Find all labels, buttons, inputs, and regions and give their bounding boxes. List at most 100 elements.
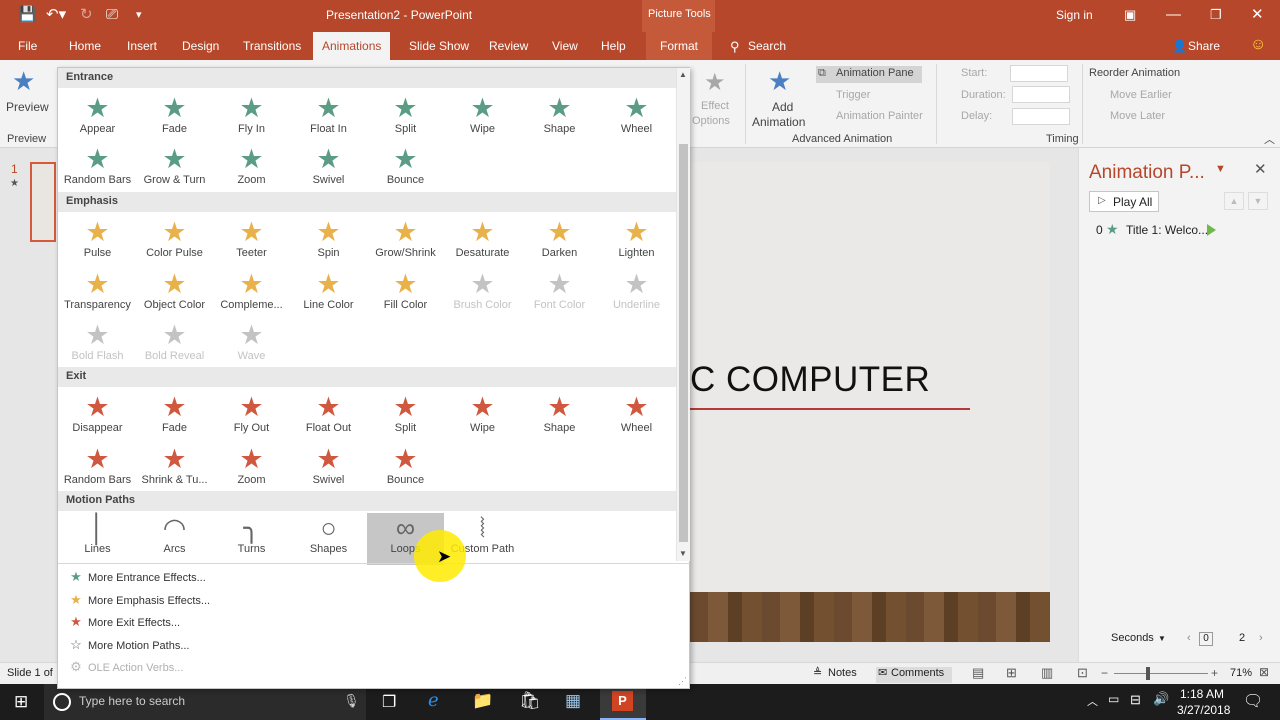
powerpoint-taskbar-button[interactable]: P bbox=[600, 684, 646, 720]
tab-insert[interactable]: Insert bbox=[127, 39, 157, 53]
add-animation-icon[interactable]: ★ bbox=[768, 66, 791, 97]
task-view-icon[interactable]: ❐ bbox=[382, 692, 396, 712]
slide-canvas[interactable]: C COMPUTER bbox=[690, 162, 1050, 642]
animation-pane-button[interactable]: Animation Pane bbox=[836, 67, 914, 79]
exit-effect-split[interactable]: ★ Split bbox=[367, 392, 444, 444]
more-motion-paths[interactable]: ☆ More Motion Paths... bbox=[64, 637, 664, 657]
animation-item[interactable]: Title 1: Welco... bbox=[1126, 223, 1208, 237]
emphasis-effect-darken[interactable]: ★ Darken bbox=[521, 217, 598, 269]
zoom-slider-thumb[interactable] bbox=[1146, 667, 1150, 680]
exit-effect-float-out[interactable]: ★ Float Out bbox=[290, 392, 367, 444]
seconds-dropdown[interactable]: Seconds bbox=[1111, 632, 1154, 644]
preview-button[interactable]: Preview bbox=[6, 100, 49, 114]
tab-animations[interactable]: Animations bbox=[313, 32, 391, 60]
emphasis-effect-transparency[interactable]: ★ Transparency bbox=[59, 269, 136, 321]
tab-transitions[interactable]: Transitions bbox=[243, 39, 301, 53]
restore-icon[interactable]: ❐ bbox=[1210, 6, 1222, 24]
play-all-button[interactable]: ▷ Play All bbox=[1089, 191, 1159, 212]
windows-start-icon[interactable]: ⊞ bbox=[14, 692, 28, 712]
share-button[interactable]: Share bbox=[1188, 39, 1220, 53]
tab-design[interactable]: Design bbox=[182, 39, 219, 53]
exit-effect-shape[interactable]: ★ Shape bbox=[521, 392, 598, 444]
emphasis-effect-grow-shrink[interactable]: ★ Grow/Shrink bbox=[367, 217, 444, 269]
entrance-effect-wipe[interactable]: ★ Wipe bbox=[444, 93, 521, 145]
entrance-effect-wheel[interactable]: ★ Wheel bbox=[598, 93, 675, 145]
emphasis-effect-teeter[interactable]: ★ Teeter bbox=[213, 217, 290, 269]
present-from-beginning-icon[interactable]: ⎚ bbox=[106, 6, 118, 24]
save-icon[interactable]: 💾 bbox=[18, 6, 37, 24]
feedback-smiley-icon[interactable]: ☺ bbox=[1250, 36, 1266, 54]
exit-effect-swivel[interactable]: ★ Swivel bbox=[290, 444, 367, 496]
tab-help[interactable]: Help bbox=[601, 39, 626, 53]
tab-file[interactable]: File bbox=[18, 39, 37, 53]
entrance-effect-zoom[interactable]: ★ Zoom bbox=[213, 144, 290, 196]
exit-effect-fade[interactable]: ★ Fade bbox=[136, 392, 213, 444]
more-emphasis-effects[interactable]: ★ More Emphasis Effects... bbox=[64, 592, 664, 612]
exit-effect-fly-out[interactable]: ★ Fly Out bbox=[213, 392, 290, 444]
more-entrance-effects[interactable]: ★ More Entrance Effects... bbox=[64, 569, 664, 589]
entrance-effect-swivel[interactable]: ★ Swivel bbox=[290, 144, 367, 196]
entrance-effect-appear[interactable]: ★ Appear bbox=[59, 93, 136, 145]
app-window-icon[interactable]: ▦ bbox=[565, 691, 581, 711]
exit-effect-bounce[interactable]: ★ Bounce bbox=[367, 444, 444, 496]
undo-icon[interactable]: ↶▾ bbox=[46, 6, 66, 24]
entrance-effect-random-bars[interactable]: ★ Random Bars bbox=[59, 144, 136, 196]
exit-effect-wipe[interactable]: ★ Wipe bbox=[444, 392, 521, 444]
microphone-icon[interactable]: 🎙 bbox=[343, 693, 360, 709]
entrance-effect-fade[interactable]: ★ Fade bbox=[136, 93, 213, 145]
emphasis-effect-object-color[interactable]: ★ Object Color bbox=[136, 269, 213, 321]
notification-icon[interactable]: 🗨 bbox=[1243, 691, 1263, 711]
fit-to-window-icon[interactable]: ⊠ bbox=[1259, 665, 1269, 679]
exit-effect-zoom[interactable]: ★ Zoom bbox=[213, 444, 290, 496]
comments-button[interactable]: Comments bbox=[891, 667, 944, 679]
slide-sorter-icon[interactable]: ⊞ bbox=[1006, 665, 1017, 681]
add-animation-label-2[interactable]: Animation bbox=[752, 115, 805, 129]
entrance-effect-float-in[interactable]: ★ Float In bbox=[290, 93, 367, 145]
tab-review[interactable]: Review bbox=[489, 39, 528, 53]
move-down-icon[interactable]: ▼ bbox=[1248, 192, 1268, 210]
resize-grip-icon[interactable]: ⋰ bbox=[678, 676, 687, 687]
motion-path-turns[interactable]: ╮ Turns bbox=[213, 513, 290, 565]
slide-show-icon[interactable]: ⊡ bbox=[1077, 665, 1088, 681]
emphasis-effect-color-pulse[interactable]: ★ Color Pulse bbox=[136, 217, 213, 269]
redo-icon[interactable]: ↻ bbox=[80, 6, 93, 24]
sign-in-link[interactable]: Sign in bbox=[1056, 8, 1093, 22]
normal-view-icon[interactable]: ▤ bbox=[972, 665, 984, 681]
zoom-out-icon[interactable]: − bbox=[1101, 666, 1108, 680]
timeline-left-icon[interactable]: ‹ bbox=[1187, 632, 1191, 644]
exit-effect-random-bars[interactable]: ★ Random Bars bbox=[59, 444, 136, 496]
emphasis-effect-pulse[interactable]: ★ Pulse bbox=[59, 217, 136, 269]
edge-icon[interactable]: ℯ bbox=[428, 690, 439, 711]
timeline-bar[interactable] bbox=[1207, 224, 1216, 236]
scroll-up-icon[interactable]: ▲ bbox=[679, 70, 687, 79]
exit-effect-shrink-tu[interactable]: ★ Shrink & Tu... bbox=[136, 444, 213, 496]
clock-time[interactable]: 1:18 AM bbox=[1180, 687, 1224, 701]
emphasis-effect-line-color[interactable]: ★ Line Color bbox=[290, 269, 367, 321]
network-icon[interactable]: ⊟ bbox=[1130, 692, 1141, 708]
motion-path-arcs[interactable]: ◠ Arcs bbox=[136, 513, 213, 565]
file-explorer-icon[interactable]: 📁 bbox=[472, 691, 493, 711]
emphasis-effect-fill-color[interactable]: ★ Fill Color bbox=[367, 269, 444, 321]
entrance-effect-split[interactable]: ★ Split bbox=[367, 93, 444, 145]
scroll-thumb[interactable] bbox=[679, 144, 688, 542]
move-up-icon[interactable]: ▲ bbox=[1224, 192, 1244, 210]
battery-icon[interactable]: ▭ bbox=[1108, 692, 1119, 706]
slide-title[interactable]: C COMPUTER bbox=[690, 360, 930, 400]
gallery-scrollbar[interactable]: ▲ ▼ bbox=[676, 68, 690, 561]
reading-view-icon[interactable]: ▥ bbox=[1041, 665, 1053, 681]
store-icon[interactable]: 🛍 bbox=[519, 691, 541, 711]
tab-home[interactable]: Home bbox=[69, 39, 101, 53]
motion-path-shapes[interactable]: ○ Shapes bbox=[290, 513, 367, 565]
preview-star-icon[interactable]: ★ bbox=[12, 66, 35, 97]
close-icon[interactable]: ✕ bbox=[1251, 6, 1264, 24]
tab-slide-show[interactable]: Slide Show bbox=[409, 39, 469, 53]
zoom-slider[interactable] bbox=[1114, 673, 1208, 674]
exit-effect-disappear[interactable]: ★ Disappear bbox=[59, 392, 136, 444]
tab-view[interactable]: View bbox=[552, 39, 578, 53]
tab-format[interactable]: Format bbox=[646, 32, 713, 60]
entrance-effect-fly-in[interactable]: ★ Fly In bbox=[213, 93, 290, 145]
slide-thumbnail[interactable] bbox=[30, 162, 56, 242]
taskbar-search-box[interactable]: Type here to search 🎙 bbox=[44, 684, 366, 720]
emphasis-effect-spin[interactable]: ★ Spin bbox=[290, 217, 367, 269]
timeline-right-icon[interactable]: › bbox=[1259, 632, 1263, 644]
